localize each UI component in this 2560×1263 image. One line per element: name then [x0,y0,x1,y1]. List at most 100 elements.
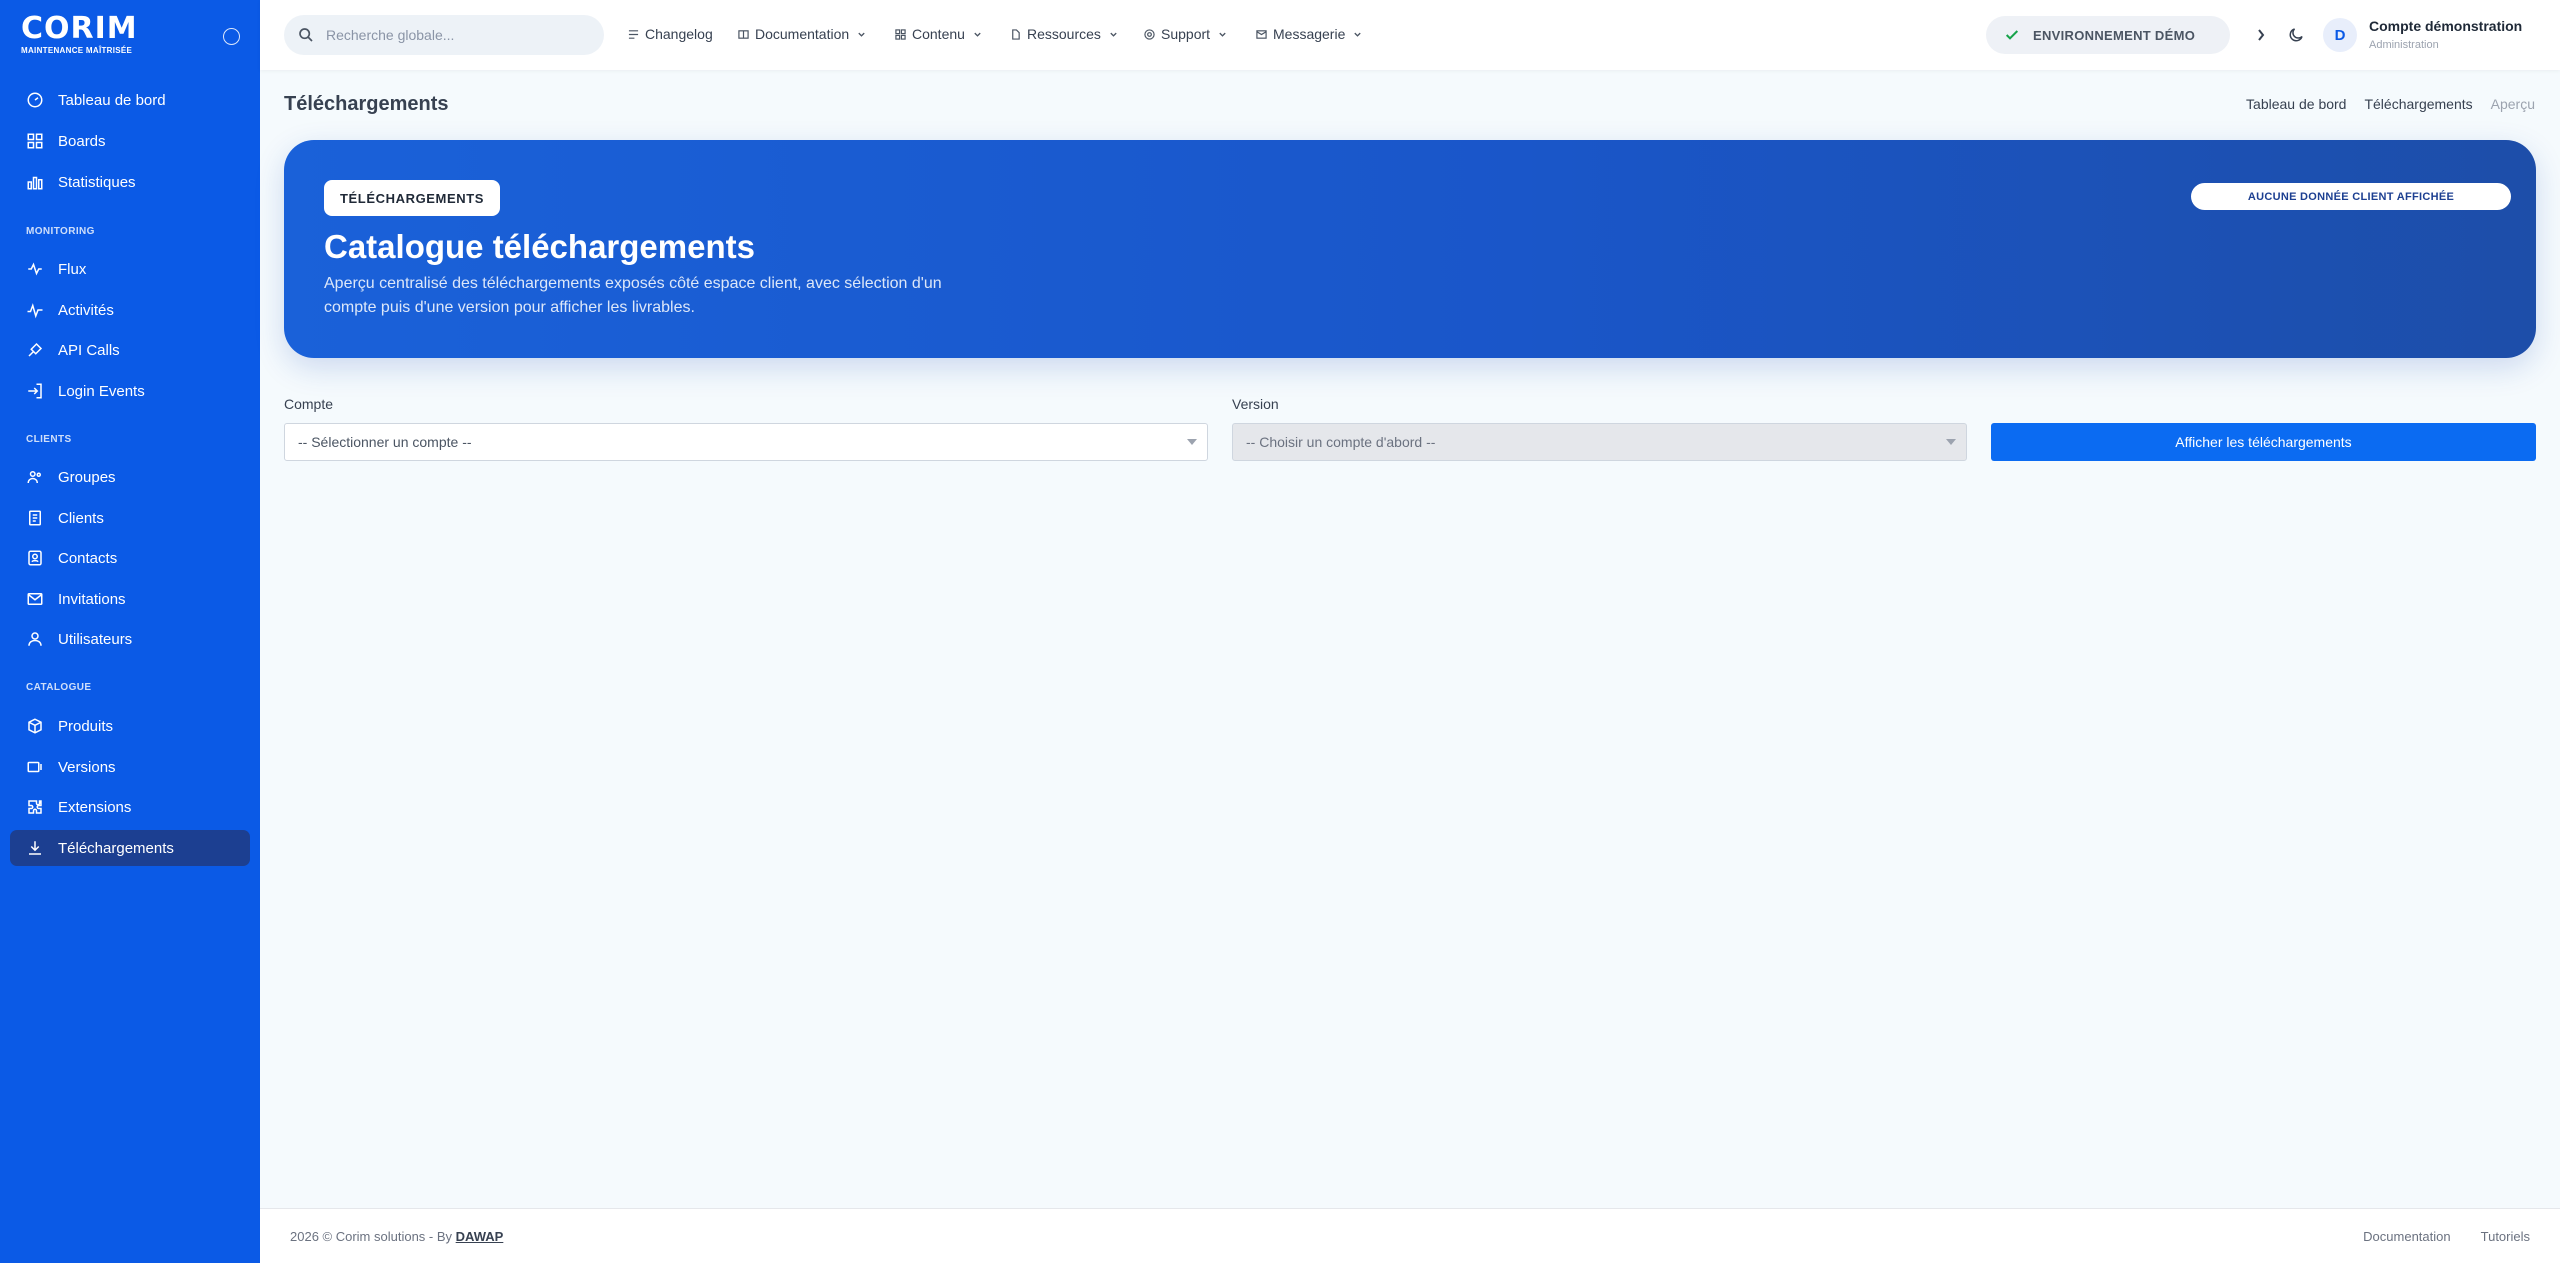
topnav-label: Documentation [755,26,850,42]
breadcrumb-item-tableau-de-bord[interactable]: Tableau de bord [2246,96,2346,112]
global-search[interactable] [284,15,604,55]
topnav-documentation[interactable]: Documentation [738,26,866,42]
topnav-label: Changelog [645,26,713,42]
sidebar-item-label: Contacts [58,549,118,567]
footer: 2026 © Corim solutions - By DAWAP Docume… [260,1208,2560,1263]
version-label: Version [1232,396,1279,412]
version-select: -- Choisir un compte d'abord -- [1232,423,1967,461]
sidebar-item-tableau-de-bord[interactable]: Tableau de bord [10,82,250,118]
puzzle-icon [28,800,42,814]
footer-link-documentation[interactable]: Documentation [2363,1229,2450,1244]
user-name[interactable]: Compte démonstration [2369,18,2522,34]
activity-icon [27,303,43,319]
sidebar-item-label: Flux [58,260,87,278]
box-icon [28,718,42,734]
copyright-text: 2026 © Corim solutions - By [290,1229,456,1244]
logo-text: CORIM [21,11,138,46]
caret-down-icon [1946,439,1956,445]
sidebar-item-flux[interactable]: Flux [10,251,250,287]
sidebar-item-versions[interactable]: Versions [10,749,250,785]
topnav-support[interactable]: Support [1144,26,1227,42]
sidebar-item-label: Login Events [58,382,145,400]
chevron-right-icon [2258,29,2265,41]
footer-copyright: 2026 © Corim solutions - By DAWAP [290,1229,503,1244]
chart-icon [27,176,43,190]
sidebar-item-label: Utilisateurs [58,630,133,648]
sidebar-section-catalogue: CATALOGUE [26,682,92,693]
sidebar-item-label: Tableau de bord [58,91,166,109]
sidebar-item-label: Téléchargements [58,839,174,857]
brand-logo[interactable]: CORIM MAINTENANCE MAÎTRISÉE [21,11,138,56]
version-select-value: -- Choisir un compte d'abord -- [1246,434,1436,450]
breadcrumb: Tableau de bord Téléchargements Aperçu [2228,96,2535,112]
sidebar-toggle-icon[interactable] [223,28,240,45]
sidebar-item-label: Produits [58,717,114,735]
sidebar-item-extensions[interactable]: Extensions [10,789,250,825]
hero-title: Catalogue téléchargements [324,228,755,265]
users-icon [28,632,42,646]
topnav-messagerie[interactable]: Messagerie [1256,26,1362,42]
sidebar-item-label: Groupes [58,468,116,486]
dark-mode-toggle[interactable] [2285,24,2307,46]
sidebar-item-produits[interactable]: Produits [10,708,250,744]
chevron-down-icon [1354,32,1362,37]
hero-chip: TÉLÉCHARGEMENTS [324,180,501,216]
dashboard-icon [27,92,43,108]
flux-icon [28,262,42,276]
chevron-down-icon [974,32,981,37]
sidebar-item-label: Extensions [58,798,132,816]
chevron-right-button[interactable] [2250,24,2272,46]
hero-banner: TÉLÉCHARGEMENTS Catalogue téléchargement… [284,140,2536,358]
sidebar-item-telechargements[interactable]: Téléchargements [10,830,250,866]
sidebar-item-clients[interactable]: Clients [10,500,250,536]
account-label: Compte [284,396,334,412]
sidebar-section-clients: CLIENTS [26,434,72,445]
topnav-ressources[interactable]: Ressources [1010,26,1118,42]
search-icon [299,28,313,42]
account-select[interactable]: -- Sélectionner un compte -- [284,423,1208,461]
topnav-changelog[interactable]: Changelog [628,26,713,42]
page-title: Téléchargements [284,93,449,115]
dawap-link[interactable]: DAWAP [456,1229,504,1244]
contacts-icon [28,550,42,566]
topnav-contenu[interactable]: Contenu [895,26,982,42]
footer-link-tutoriels[interactable]: Tutoriels [2481,1229,2530,1244]
sidebar-item-label: Clients [58,509,104,527]
chevron-down-icon [1110,32,1117,37]
sidebar-item-groupes[interactable]: Groupes [10,459,250,495]
breadcrumb-item-current: Aperçu [2490,96,2535,112]
boards-icon [27,133,43,149]
breadcrumb-item-telechargements[interactable]: Téléchargements [2364,96,2472,112]
topnav-label: Messagerie [1273,26,1346,42]
message-icon [1256,29,1267,39]
sidebar-item-api-calls[interactable]: API Calls [10,332,250,368]
login-icon [28,383,42,399]
logo-tagline: MAINTENANCE MAÎTRISÉE [21,46,133,55]
chevron-down-icon [1219,32,1226,37]
show-downloads-button[interactable]: Afficher les téléchargements [1991,423,2536,461]
environment-badge: ENVIRONNEMENT DÉMO [1986,16,2230,54]
sidebar-item-utilisateurs[interactable]: Utilisateurs [10,621,250,657]
sidebar-item-contacts[interactable]: Contacts [10,540,250,576]
topnav-label: Ressources [1027,26,1101,42]
topnav-label: Contenu [912,26,965,42]
user-role: Administration [2369,39,2439,51]
sidebar-item-login-events[interactable]: Login Events [10,373,250,409]
avatar[interactable]: D [2323,18,2357,52]
account-select-value: -- Sélectionner un compte -- [298,434,472,450]
search-input[interactable] [326,27,576,43]
sidebar-item-label: Activités [58,301,114,319]
book-icon [738,29,749,39]
sidebar-item-label: API Calls [58,341,120,359]
mail-icon [27,593,43,605]
api-icon [28,342,43,357]
clients-icon [29,510,41,526]
sidebar-item-boards[interactable]: Boards [10,123,250,159]
sidebar-item-invitations[interactable]: Invitations [10,581,250,617]
caret-down-icon [1187,439,1197,445]
sidebar-item-activites[interactable]: Activités [10,292,250,328]
support-icon [1144,28,1155,40]
sidebar-section-monitoring: MONITORING [26,226,95,237]
check-icon [2005,30,2019,40]
sidebar-item-statistiques[interactable]: Statistiques [10,164,250,200]
